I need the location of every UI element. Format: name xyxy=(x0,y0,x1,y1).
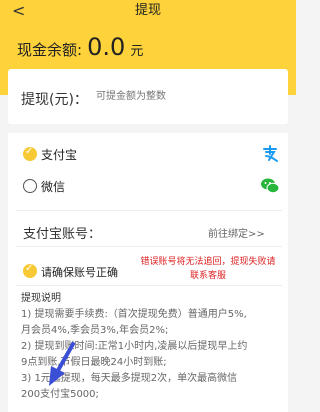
method-wechat-label: 微信 xyxy=(41,180,66,194)
method-alipay-label: 支付宝 xyxy=(41,148,78,162)
radio-unchecked-icon[interactable] xyxy=(23,179,37,193)
balance-value: 0.0 xyxy=(87,33,126,61)
balance-label: 现金余额: xyxy=(17,41,83,59)
method-alipay[interactable]: 支付宝 xyxy=(23,144,283,166)
amount-label: 提现(元)： xyxy=(21,92,88,108)
checkbox-checked-icon[interactable] xyxy=(23,263,37,278)
amount-input[interactable] xyxy=(96,89,276,105)
warning-line: 联系客服 xyxy=(189,271,226,281)
notes-heading: 提现说明 xyxy=(21,293,61,304)
warning-line: 错误账号将无法追回，提现失败请 xyxy=(140,257,276,267)
cash-balance: 现金余额: 0.0 元 xyxy=(17,33,143,61)
account-warning: 错误账号将无法追回，提现失败请 联系客服 xyxy=(138,255,278,283)
divider xyxy=(16,285,282,286)
notes-line: 月会员4%,季会员3%,年会员2%; xyxy=(21,325,169,336)
confirm-account-checkbox[interactable]: 请确保账号正确 xyxy=(23,263,123,279)
bind-account-link[interactable]: 前往绑定>> xyxy=(208,225,265,240)
pointer-arrow-icon xyxy=(49,342,75,386)
wechat-icon xyxy=(261,178,280,194)
notes-line: 1) 提现需要手续费:（首次提现免费）普通用户5%, xyxy=(21,309,247,320)
confirm-account-label: 请确保账号正确 xyxy=(41,266,118,279)
divider xyxy=(16,246,282,247)
radio-checked-icon[interactable] xyxy=(23,146,37,161)
account-label: 支付宝账号： xyxy=(23,227,102,242)
page-title: 提现 xyxy=(134,3,161,18)
divider xyxy=(16,210,282,211)
method-wechat[interactable]: 微信 xyxy=(23,176,283,198)
balance-unit: 元 xyxy=(130,44,144,59)
withdraw-amount-card: 提现(元)： xyxy=(8,69,288,124)
alipay-icon xyxy=(263,145,278,162)
